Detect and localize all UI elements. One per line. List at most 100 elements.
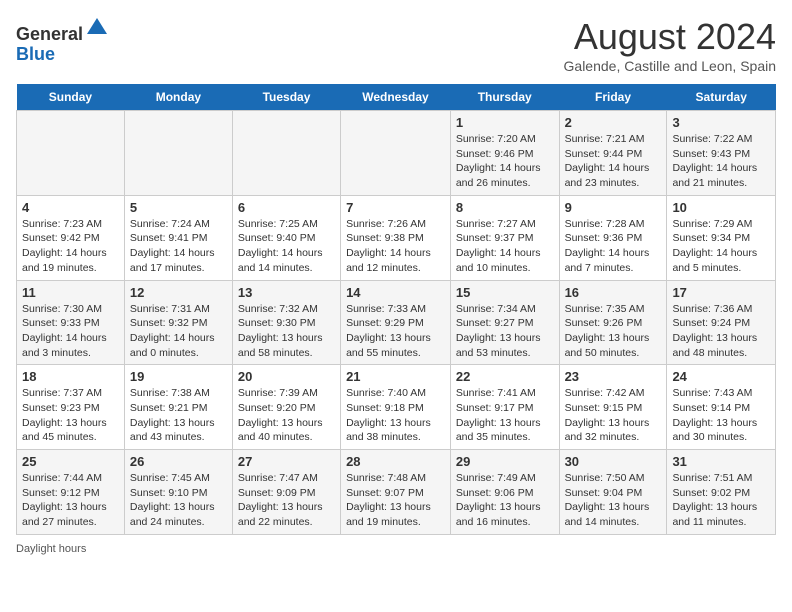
date-number: 11 [22,285,119,300]
date-number: 22 [456,369,554,384]
date-number: 16 [565,285,662,300]
cell-info: Sunrise: 7:38 AM Sunset: 9:21 PM Dayligh… [130,386,227,445]
calendar-cell: 15 Sunrise: 7:34 AM Sunset: 9:27 PM Dayli… [450,280,559,365]
week-row-4: 18 Sunrise: 7:37 AM Sunset: 9:23 PM Dayli… [17,365,776,450]
calendar-cell: 18 Sunrise: 7:37 AM Sunset: 9:23 PM Dayli… [17,365,125,450]
cell-info: Sunrise: 7:35 AM Sunset: 9:26 PM Dayligh… [565,302,662,361]
cell-info: Sunrise: 7:34 AM Sunset: 9:27 PM Dayligh… [456,302,554,361]
day-header-thursday: Thursday [450,84,559,111]
calendar-cell: 12 Sunrise: 7:31 AM Sunset: 9:32 PM Dayli… [124,280,232,365]
cell-info: Sunrise: 7:51 AM Sunset: 9:02 PM Dayligh… [672,471,770,530]
calendar-cell: 10Sunrise: 7:29 AM Sunset: 9:34 PM Dayli… [667,195,776,280]
date-number: 2 [565,115,662,130]
date-number: 5 [130,200,227,215]
date-number: 13 [238,285,335,300]
cell-info: Sunrise: 7:47 AM Sunset: 9:09 PM Dayligh… [238,471,335,530]
calendar-cell [232,111,340,196]
cell-info: Sunrise: 7:49 AM Sunset: 9:06 PM Dayligh… [456,471,554,530]
cell-info: Sunrise: 7:37 AM Sunset: 9:23 PM Dayligh… [22,386,119,445]
cell-info: Sunrise: 7:48 AM Sunset: 9:07 PM Dayligh… [346,471,445,530]
cell-info: Sunrise: 7:30 AM Sunset: 9:33 PM Dayligh… [22,302,119,361]
cell-info: Sunrise: 7:31 AM Sunset: 9:32 PM Dayligh… [130,302,227,361]
day-header-saturday: Saturday [667,84,776,111]
calendar-cell: 29 Sunrise: 7:49 AM Sunset: 9:06 PM Dayli… [450,450,559,535]
calendar-cell: 31 Sunrise: 7:51 AM Sunset: 9:02 PM Dayli… [667,450,776,535]
cell-info: Sunrise: 7:33 AM Sunset: 9:29 PM Dayligh… [346,302,445,361]
calendar-cell: 11 Sunrise: 7:30 AM Sunset: 9:33 PM Dayli… [17,280,125,365]
cell-info: Sunrise: 7:28 AM Sunset: 9:36 PM Dayligh… [565,217,662,276]
calendar-cell: 6Sunrise: 7:25 AM Sunset: 9:40 PM Daylig… [232,195,340,280]
date-number: 27 [238,454,335,469]
calendar-cell: 7 Sunrise: 7:26 AM Sunset: 9:38 PM Daylig… [341,195,451,280]
calendar-cell: 1 Sunrise: 7:20 AM Sunset: 9:46 PM Daylig… [450,111,559,196]
date-number: 14 [346,285,445,300]
cell-info: Sunrise: 7:44 AM Sunset: 9:12 PM Dayligh… [22,471,119,530]
day-header-tuesday: Tuesday [232,84,340,111]
calendar-cell: 17Sunrise: 7:36 AM Sunset: 9:24 PM Dayli… [667,280,776,365]
cell-info: Sunrise: 7:27 AM Sunset: 9:37 PM Dayligh… [456,217,554,276]
calendar-cell: 28 Sunrise: 7:48 AM Sunset: 9:07 PM Dayli… [341,450,451,535]
week-row-3: 11 Sunrise: 7:30 AM Sunset: 9:33 PM Dayli… [17,280,776,365]
calendar-cell: 14 Sunrise: 7:33 AM Sunset: 9:29 PM Dayli… [341,280,451,365]
calendar-table: SundayMondayTuesdayWednesdayThursdayFrid… [16,84,776,535]
cell-info: Sunrise: 7:45 AM Sunset: 9:10 PM Dayligh… [130,471,227,530]
calendar-cell: 23 Sunrise: 7:42 AM Sunset: 9:15 PM Dayli… [559,365,667,450]
calendar-cell: 19 Sunrise: 7:38 AM Sunset: 9:21 PM Dayli… [124,365,232,450]
date-number: 18 [22,369,119,384]
cell-info: Sunrise: 7:36 AM Sunset: 9:24 PM Dayligh… [672,302,770,361]
header: General Blue August 2024 Galende, Castil… [16,16,776,74]
date-number: 12 [130,285,227,300]
calendar-cell: 20 Sunrise: 7:39 AM Sunset: 9:20 PM Dayli… [232,365,340,450]
calendar-cell: 30Sunrise: 7:50 AM Sunset: 9:04 PM Dayli… [559,450,667,535]
date-number: 24 [672,369,770,384]
date-number: 1 [456,115,554,130]
date-number: 19 [130,369,227,384]
calendar-cell: 21Sunrise: 7:40 AM Sunset: 9:18 PM Dayli… [341,365,451,450]
date-number: 26 [130,454,227,469]
footer: Daylight hours [16,543,776,555]
logo-general: General [16,24,83,44]
logo-blue: Blue [16,44,55,64]
date-number: 31 [672,454,770,469]
calendar-cell: 4Sunrise: 7:23 AM Sunset: 9:42 PM Daylig… [17,195,125,280]
logo-icon [85,16,109,40]
calendar-cell: 8Sunrise: 7:27 AM Sunset: 9:37 PM Daylig… [450,195,559,280]
date-number: 15 [456,285,554,300]
header-row: SundayMondayTuesdayWednesdayThursdayFrid… [17,84,776,111]
week-row-1: 1 Sunrise: 7:20 AM Sunset: 9:46 PM Daylig… [17,111,776,196]
calendar-cell [124,111,232,196]
day-header-monday: Monday [124,84,232,111]
date-number: 25 [22,454,119,469]
date-number: 23 [565,369,662,384]
cell-info: Sunrise: 7:22 AM Sunset: 9:43 PM Dayligh… [672,132,770,191]
calendar-cell: 24 Sunrise: 7:43 AM Sunset: 9:14 PM Dayli… [667,365,776,450]
cell-info: Sunrise: 7:42 AM Sunset: 9:15 PM Dayligh… [565,386,662,445]
calendar-cell [341,111,451,196]
cell-info: Sunrise: 7:32 AM Sunset: 9:30 PM Dayligh… [238,302,335,361]
cell-info: Sunrise: 7:43 AM Sunset: 9:14 PM Dayligh… [672,386,770,445]
date-number: 7 [346,200,445,215]
date-number: 4 [22,200,119,215]
cell-info: Sunrise: 7:26 AM Sunset: 9:38 PM Dayligh… [346,217,445,276]
calendar-cell: 13 Sunrise: 7:32 AM Sunset: 9:30 PM Dayli… [232,280,340,365]
cell-info: Sunrise: 7:20 AM Sunset: 9:46 PM Dayligh… [456,132,554,191]
calendar-cell: 22 Sunrise: 7:41 AM Sunset: 9:17 PM Dayli… [450,365,559,450]
date-number: 20 [238,369,335,384]
date-number: 29 [456,454,554,469]
day-header-friday: Friday [559,84,667,111]
calendar-cell: 9 Sunrise: 7:28 AM Sunset: 9:36 PM Daylig… [559,195,667,280]
calendar-cell: 3Sunrise: 7:22 AM Sunset: 9:43 PM Daylig… [667,111,776,196]
date-number: 28 [346,454,445,469]
calendar-cell: 16 Sunrise: 7:35 AM Sunset: 9:26 PM Dayli… [559,280,667,365]
cell-info: Sunrise: 7:41 AM Sunset: 9:17 PM Dayligh… [456,386,554,445]
calendar-cell [17,111,125,196]
calendar-cell: 5 Sunrise: 7:24 AM Sunset: 9:41 PM Daylig… [124,195,232,280]
date-number: 9 [565,200,662,215]
cell-info: Sunrise: 7:25 AM Sunset: 9:40 PM Dayligh… [238,217,335,276]
subtitle: Galende, Castille and Leon, Spain [564,58,776,74]
cell-info: Sunrise: 7:40 AM Sunset: 9:18 PM Dayligh… [346,386,445,445]
date-number: 30 [565,454,662,469]
date-number: 10 [672,200,770,215]
cell-info: Sunrise: 7:39 AM Sunset: 9:20 PM Dayligh… [238,386,335,445]
cell-info: Sunrise: 7:24 AM Sunset: 9:41 PM Dayligh… [130,217,227,276]
